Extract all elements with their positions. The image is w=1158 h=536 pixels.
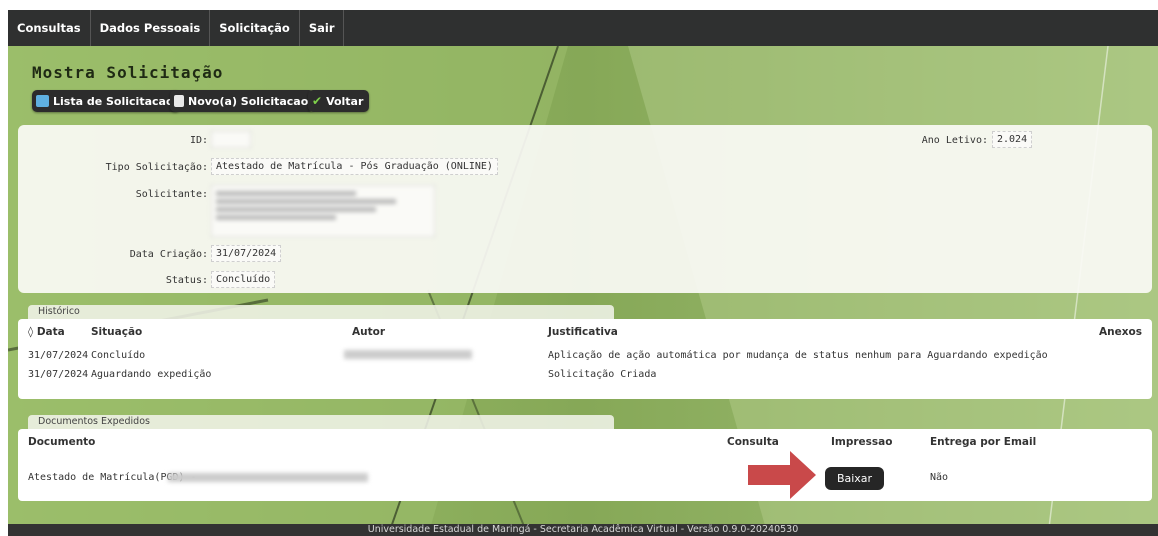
col-situacao-header: Situação [91,326,143,338]
status-value: Concluído [211,271,276,288]
ano-letivo-label: Ano Letivo: [921,135,988,146]
menu-consultas[interactable]: Consultas [8,10,91,46]
id-value [211,131,251,148]
tipo-solicitacao-value: Atestado de Matrícula - Pós Graduação (O… [211,158,498,175]
row1-data: 31/07/2024 [28,350,89,361]
page-title: Mostra Solicitação [32,63,224,82]
documentos-tab: Documentos Expedidos [28,415,614,430]
col-documento-header: Documento [28,436,96,448]
tipo-solicitacao-label: Tipo Solicitação: [105,162,208,173]
list-icon [36,95,49,107]
data-criacao-value: 31/07/2024 [211,245,282,262]
row1-situacao: Concluído [91,350,146,361]
voltar-button[interactable]: ✔ Voltar [308,90,370,112]
new-document-icon [174,95,184,107]
baixar-button[interactable]: Baixar [825,467,884,490]
doc-row-documento-code [168,473,368,482]
col-justificativa-header: Justificativa [548,326,618,338]
novo-solicitacao-button[interactable]: Novo(a) Solicitacao [170,90,315,112]
col-impressao-header: Impressao [831,436,893,448]
solicitante-label: Solicitante: [135,189,208,200]
menu-dados-pessoais[interactable]: Dados Pessoais [91,10,211,46]
row2-situacao: Aguardando expedição [91,369,212,380]
voltar-label: Voltar [326,94,364,108]
top-menu: Consultas Dados Pessoais Solicitação Sai… [8,10,1158,46]
col-consulta-header: Consulta [727,436,779,448]
footer: Universidade Estadual de Maringá - Secre… [8,524,1158,536]
row2-justificativa: Solicitação Criada [548,369,657,380]
row1-justificativa: Aplicação de ação automática por mudança… [548,350,1048,361]
solicitante-value [211,185,435,237]
menu-solicitacao[interactable]: Solicitação [210,10,300,46]
col-autor-header: Autor [352,326,386,338]
lista-solicitacao-button[interactable]: Lista de Solicitacao [32,90,180,112]
doc-row-entrega: Não [930,472,949,483]
ano-letivo-value: 2.024 [992,131,1033,148]
id-label: ID: [189,135,208,146]
row1-autor [344,350,472,359]
lista-solicitacao-label: Lista de Solicitacao [53,94,174,108]
arrow-annotation-icon [748,451,816,499]
status-label: Status: [165,275,208,286]
historico-tab: Histórico [28,305,614,320]
data-criacao-label: Data Criação: [129,249,208,260]
col-anexos-header: Anexos [1099,326,1142,338]
menu-sair[interactable]: Sair [300,10,345,46]
solicitacao-detail-panel: ID: Ano Letivo: 2.024 Tipo Solicitação: … [18,125,1152,293]
novo-solicitacao-label: Novo(a) Solicitacao [188,94,309,108]
back-check-icon: ✔ [312,94,323,108]
col-data-header[interactable]: ◊ Data [28,326,65,338]
app-window: Consultas Dados Pessoais Solicitação Sai… [8,10,1158,536]
col-entrega-header: Entrega por Email [930,436,1037,448]
row2-data: 31/07/2024 [28,369,89,380]
